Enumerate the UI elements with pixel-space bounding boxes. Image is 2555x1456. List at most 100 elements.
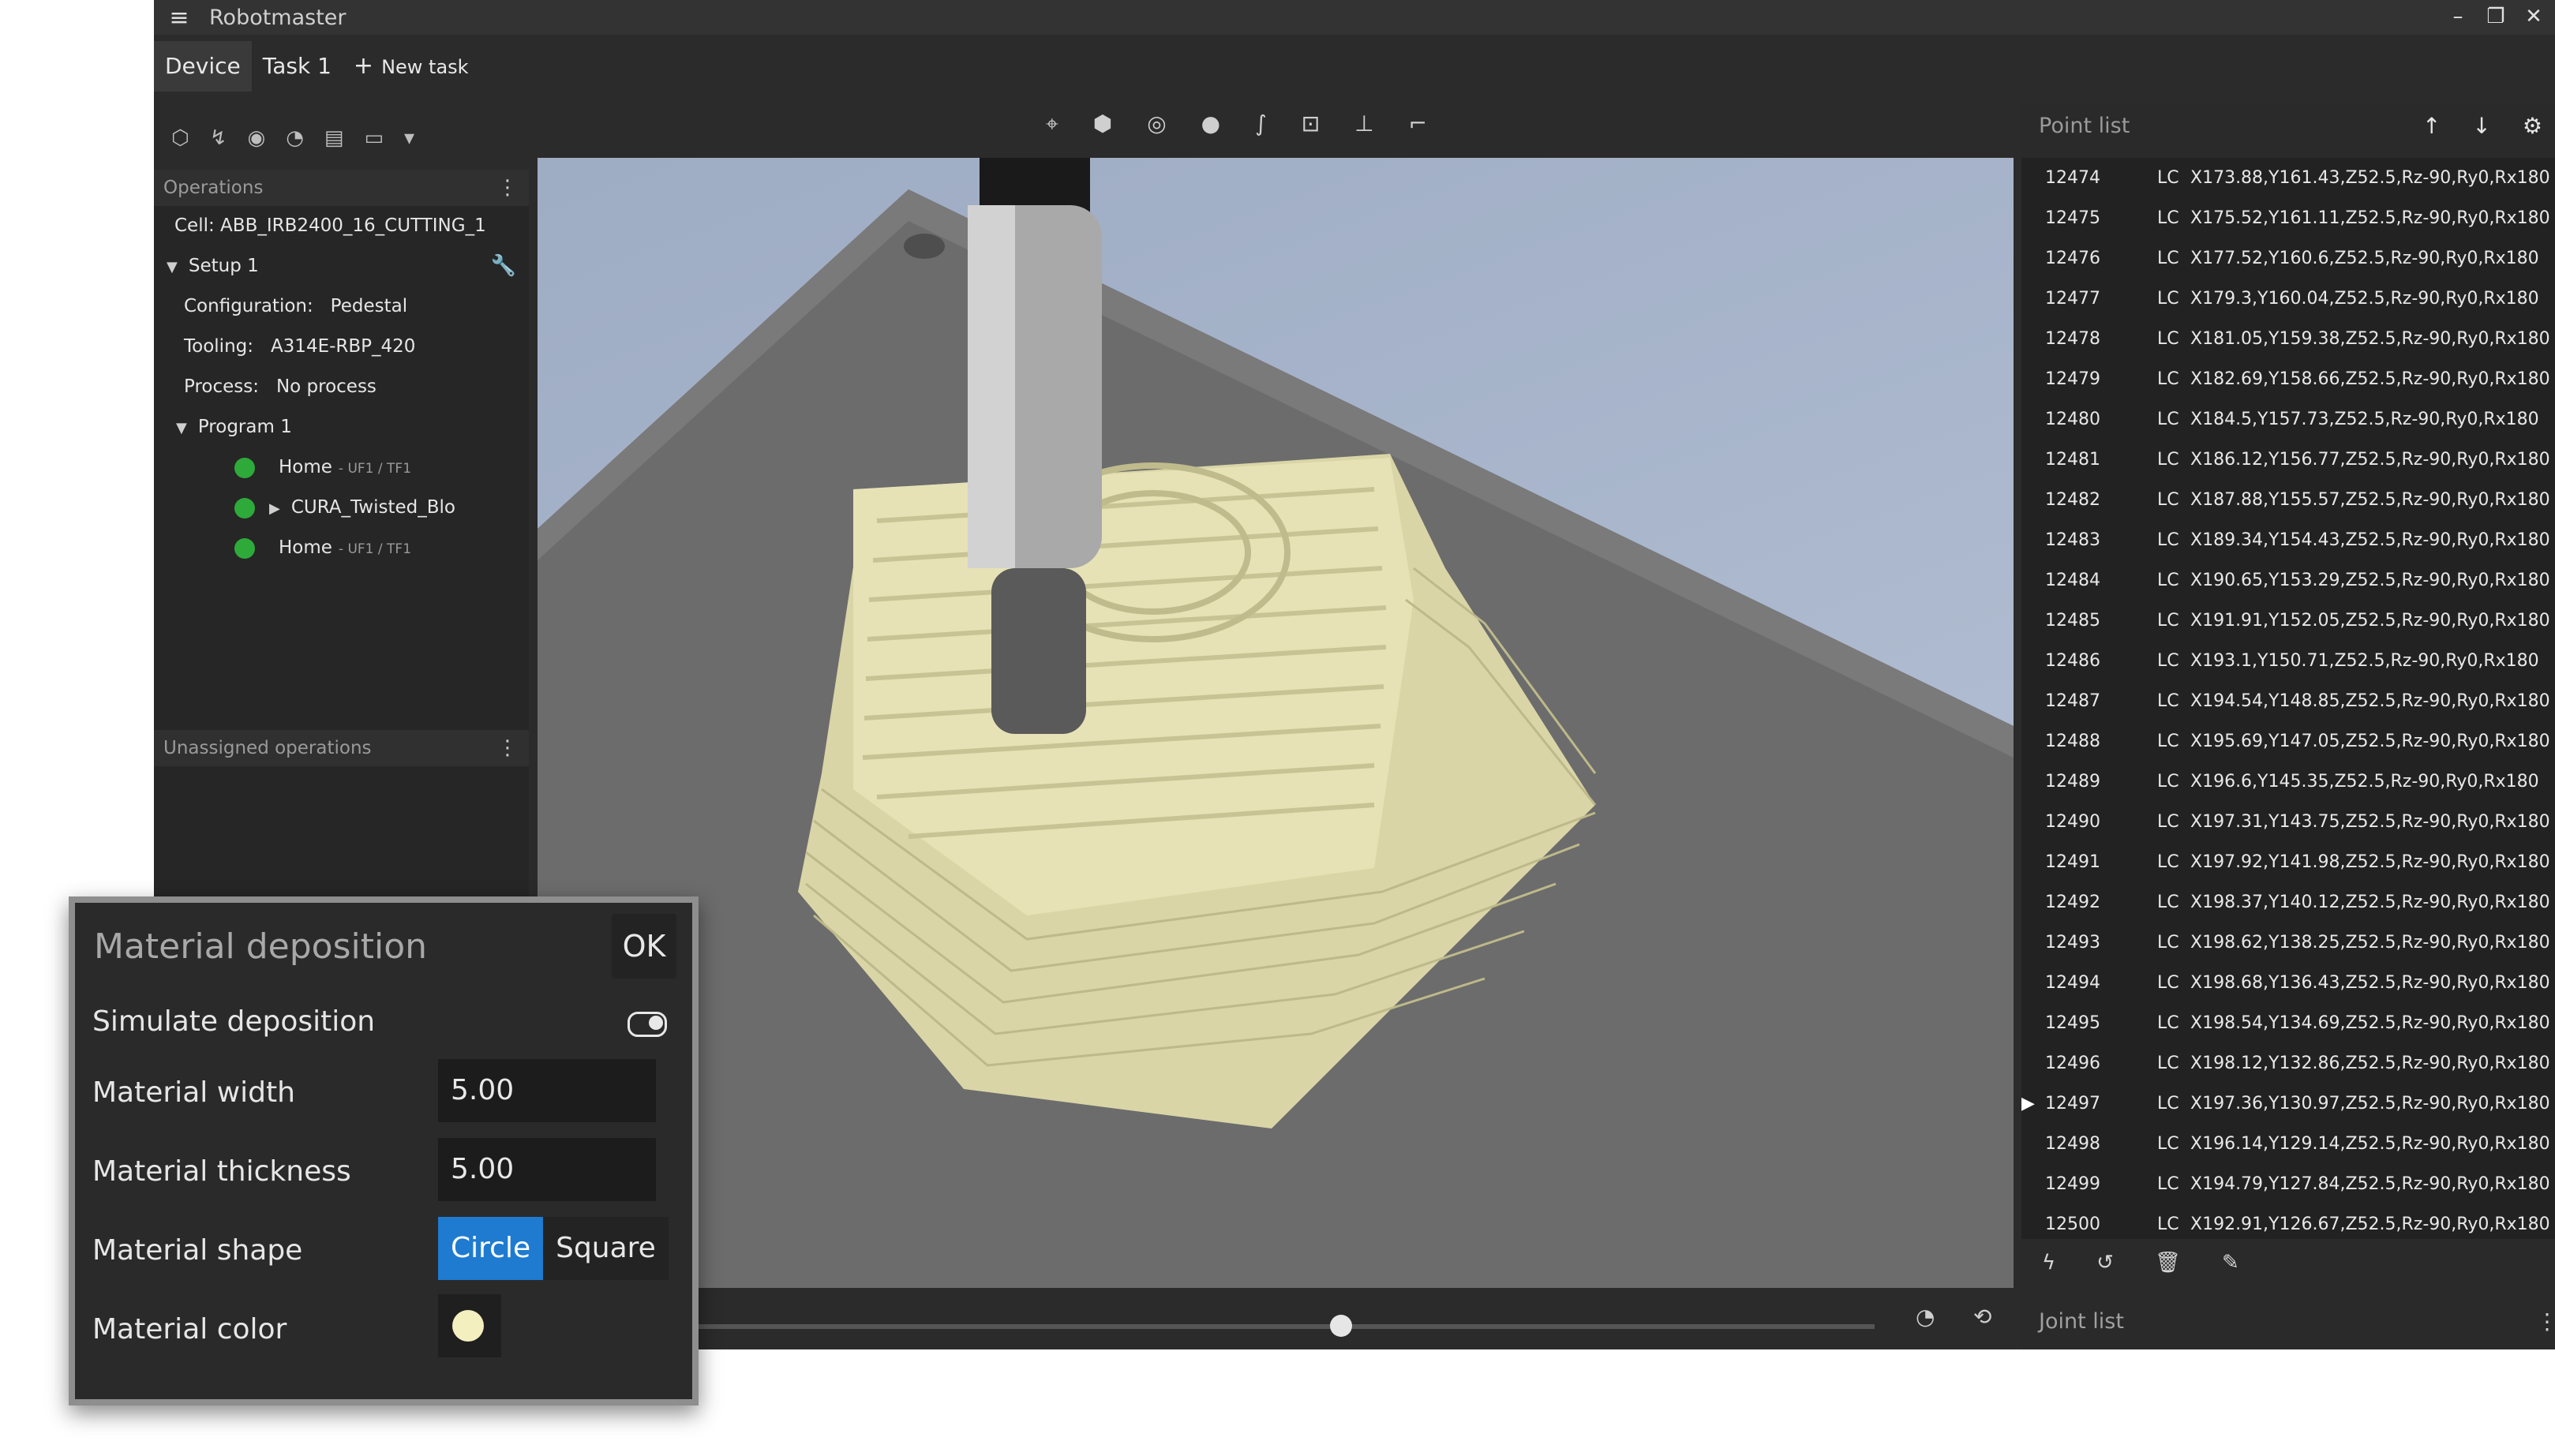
speed-gauge-icon[interactable]: ◔	[1916, 1304, 1935, 1330]
monitor-icon[interactable]: ▭	[364, 126, 384, 150]
point-id: 12485	[2045, 611, 2100, 631]
point-coordinates: X198.54,Y134.69,Z52.5,Rz-90,Ry0,Rx180	[2190, 1013, 2550, 1033]
path-icon[interactable]: ↯	[210, 126, 227, 150]
sphere-icon[interactable]: ●	[1201, 110, 1220, 147]
wrench-icon[interactable]: 🔧	[491, 246, 516, 286]
program-item[interactable]: ▼ Program 1	[154, 407, 529, 447]
joint-list-header[interactable]: Joint list ⋮	[2021, 1294, 2555, 1349]
minimize-icon[interactable]: –	[2444, 3, 2471, 30]
operation-label: Home	[279, 537, 332, 558]
point-row[interactable]: 12475 LC X175.52,Y161.11,Z52.5,Rz-90,Ry0,R…	[2021, 198, 2555, 238]
trash-icon[interactable]: 🗑	[2155, 1251, 2181, 1274]
simulation-timeline[interactable]	[691, 1310, 2001, 1342]
point-row[interactable]: 12482 LC X187.88,Y155.57,Z52.5,Rz-90,Ry0,R…	[2021, 480, 2555, 520]
3d-viewport[interactable]	[538, 158, 2014, 1288]
point-type: LC	[2157, 289, 2179, 309]
lightning-icon[interactable]: ϟ	[2042, 1251, 2055, 1274]
point-coordinates: X193.1,Y150.71,Z52.5,Rz-90,Ry0,Rx180	[2190, 651, 2539, 671]
point-row[interactable]: 12481 LC X186.12,Y156.77,Z52.5,Rz-90,Ry0,R…	[2021, 440, 2555, 480]
point-coordinates: X179.3,Y160.04,Z52.5,Rz-90,Ry0,Rx180	[2190, 289, 2539, 309]
point-row[interactable]: 12495 LC X198.54,Y134.69,Z52.5,Rz-90,Ry0,R…	[2021, 1003, 2555, 1043]
kebab-menu-icon[interactable]: ⋮	[497, 730, 518, 766]
point-list[interactable]: 12474 LC X173.88,Y161.43,Z52.5,Rz-90,Ry0,R…	[2021, 158, 2555, 1239]
cell-item[interactable]: Cell: ABB_IRB2400_16_CUTTING_1	[154, 206, 529, 246]
point-row[interactable]: 12498 LC X196.14,Y129.14,Z52.5,Rz-90,Ry0,R…	[2021, 1124, 2555, 1164]
point-row[interactable]: 12484 LC X190.65,Y153.29,Z52.5,Rz-90,Ry0,R…	[2021, 560, 2555, 601]
kebab-menu-icon[interactable]: ⋮	[2536, 1294, 2555, 1349]
point-row[interactable]: 12499 LC X194.79,Y127.84,Z52.5,Rz-90,Ry0,R…	[2021, 1164, 2555, 1204]
arrow-up-icon[interactable]: ↑	[2422, 103, 2441, 150]
timeline-thumb[interactable]	[1330, 1315, 1352, 1337]
point-type: LC	[2157, 410, 2179, 429]
operation-item-home-2[interactable]: Home - UF1 / TF1	[154, 528, 529, 568]
point-row[interactable]: 12490 LC X197.31,Y143.75,Z52.5,Rz-90,Ry0,R…	[2021, 802, 2555, 842]
point-row[interactable]: 12486 LC X193.1,Y150.71,Z52.5,Rz-90,Ry0,Rx…	[2021, 641, 2555, 681]
point-row[interactable]: 12480 LC X184.5,Y157.73,Z52.5,Rz-90,Ry0,Rx…	[2021, 399, 2555, 440]
pencil-icon[interactable]: ✎	[2222, 1251, 2239, 1274]
point-row[interactable]: 12491 LC X197.92,Y141.98,Z52.5,Rz-90,Ry0,R…	[2021, 842, 2555, 882]
setup-item[interactable]: ▼ Setup 1 🔧	[154, 246, 529, 286]
document-icon[interactable]: ▤	[324, 126, 344, 150]
point-row[interactable]: 12477 LC X179.3,Y160.04,Z52.5,Rz-90,Ry0,Rx…	[2021, 279, 2555, 319]
point-type: LC	[2157, 1215, 2179, 1234]
point-row[interactable]: 12479 LC X182.69,Y158.66,Z52.5,Rz-90,Ry0,R…	[2021, 359, 2555, 399]
speed-gauge-icon[interactable]: ◔	[286, 126, 304, 150]
new-task-button[interactable]: + New task	[343, 41, 480, 92]
operation-item-home-1[interactable]: Home - UF1 / TF1	[154, 447, 529, 488]
material-width-input[interactable]	[438, 1059, 656, 1122]
chevron-down-icon[interactable]: ▼	[176, 420, 187, 436]
point-row[interactable]: 12489 LC X196.6,Y145.35,Z52.5,Rz-90,Ry0,Rx…	[2021, 762, 2555, 802]
chevron-down-icon[interactable]: ▾	[404, 126, 414, 150]
process-value: No process	[275, 376, 377, 397]
operation-item-cura[interactable]: ▶ CURA_Twisted_Blo	[154, 488, 529, 528]
restore-icon[interactable]: ❐	[2482, 3, 2509, 30]
curve-icon[interactable]: ∫	[1255, 110, 1267, 147]
arrow-down-icon[interactable]: ↓	[2472, 103, 2490, 150]
ok-button[interactable]: OK	[612, 914, 676, 979]
tab-device[interactable]: Device	[154, 41, 252, 92]
robot-arm-icon[interactable]: ⌐	[1409, 110, 1427, 147]
close-icon[interactable]: ✕	[2520, 3, 2547, 30]
shape-circle-button[interactable]: Circle	[438, 1217, 544, 1280]
robot-base-icon[interactable]: ⊥	[1354, 110, 1373, 147]
point-type: LC	[2157, 933, 2179, 953]
point-row[interactable]: 12487 LC X194.54,Y148.85,Z52.5,Rz-90,Ry0,R…	[2021, 681, 2555, 721]
fit-view-icon[interactable]: ⌖	[1046, 110, 1058, 147]
point-row[interactable]: 12494 LC X198.68,Y136.43,Z52.5,Rz-90,Ry0,R…	[2021, 963, 2555, 1003]
gear-icon[interactable]: ⚙	[2523, 103, 2542, 150]
point-row[interactable]: 12483 LC X189.34,Y154.43,Z52.5,Rz-90,Ry0,R…	[2021, 520, 2555, 560]
point-row[interactable]: 12474 LC X173.88,Y161.43,Z52.5,Rz-90,Ry0,R…	[2021, 158, 2555, 198]
configuration-value: Pedestal	[330, 296, 408, 316]
tab-task-1[interactable]: Task 1	[252, 41, 343, 92]
kebab-menu-icon[interactable]: ⋮	[497, 170, 518, 206]
point-row[interactable]: 12478 LC X181.05,Y159.38,Z52.5,Rz-90,Ry0,R…	[2021, 319, 2555, 359]
point-id: 12489	[2045, 772, 2100, 792]
target-icon[interactable]: ◉	[248, 126, 266, 150]
point-coordinates: X192.91,Y126.67,Z52.5,Rz-90,Ry0,Rx180	[2190, 1215, 2550, 1234]
point-id: 12481	[2045, 450, 2100, 470]
loop-icon[interactable]: ⟲	[1973, 1304, 1991, 1330]
point-row[interactable]: 12492 LC X198.37,Y140.12,Z52.5,Rz-90,Ry0,R…	[2021, 882, 2555, 923]
point-row[interactable]: 12488 LC X195.69,Y147.05,Z52.5,Rz-90,Ry0,R…	[2021, 721, 2555, 762]
point-row[interactable]: ▶ 12497 LC X197.36,Y130.97,Z52.5,Rz-90,Ry0,…	[2021, 1084, 2555, 1124]
point-row[interactable]: 12496 LC X198.12,Y132.86,Z52.5,Rz-90,Ry0,R…	[2021, 1043, 2555, 1084]
point-coordinates: X191.91,Y152.05,Z52.5,Rz-90,Ry0,Rx180	[2190, 611, 2550, 631]
point-type: LC	[2157, 1054, 2179, 1073]
material-thickness-input[interactable]	[438, 1138, 656, 1201]
point-row[interactable]: 12493 LC X198.62,Y138.25,Z52.5,Rz-90,Ry0,R…	[2021, 923, 2555, 963]
chevron-right-icon[interactable]: ▶	[269, 500, 280, 517]
cube-view-icon[interactable]: ⬢	[1093, 110, 1112, 147]
unassigned-header: Unassigned operations ⋮	[154, 730, 529, 766]
visibility-eye-icon[interactable]: ◎	[1147, 110, 1166, 147]
frame-icon[interactable]: ⊡	[1302, 110, 1320, 147]
cell-icon[interactable]: ⬡	[171, 126, 189, 150]
point-row[interactable]: 12476 LC X177.52,Y160.6,Z52.5,Rz-90,Ry0,Rx…	[2021, 238, 2555, 279]
point-row[interactable]: 12485 LC X191.91,Y152.05,Z52.5,Rz-90,Ry0,R…	[2021, 601, 2555, 641]
material-color-picker[interactable]	[438, 1294, 501, 1357]
hamburger-icon[interactable]: ≡	[163, 4, 195, 32]
point-row[interactable]: 12500 LC X192.91,Y126.67,Z52.5,Rz-90,Ry0,R…	[2021, 1204, 2555, 1239]
undo-icon[interactable]: ↺	[2096, 1251, 2114, 1274]
shape-square-button[interactable]: Square	[543, 1217, 669, 1280]
chevron-down-icon[interactable]: ▼	[167, 259, 178, 275]
simulate-deposition-toggle[interactable]	[628, 1012, 667, 1037]
